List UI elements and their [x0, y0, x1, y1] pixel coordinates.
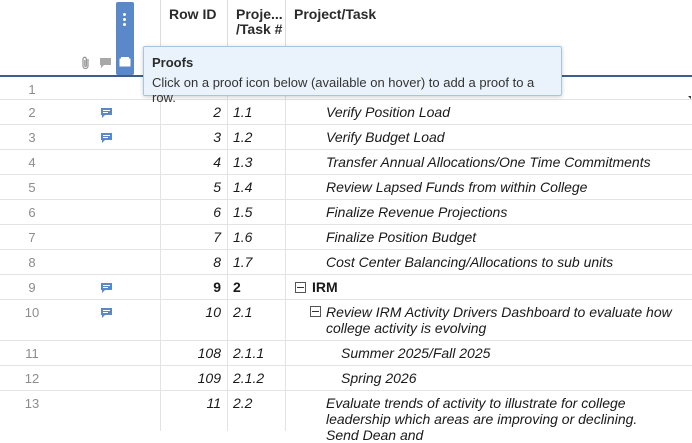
- cell-project-task-number[interactable]: 1.6: [227, 225, 285, 249]
- cell-row-id[interactable]: 108: [160, 341, 227, 365]
- cell-project-task[interactable]: Transfer Annual Allocations/One Time Com…: [285, 150, 692, 174]
- table-row[interactable]: 11 108 2.1.1 Summer 2025/Fall 2025: [0, 341, 692, 366]
- row-number[interactable]: 10: [10, 305, 54, 320]
- cell-row-id[interactable]: 7: [160, 225, 227, 249]
- cell-project-task[interactable]: Evaluate trends of activity to illustrat…: [285, 391, 692, 443]
- row-number[interactable]: 2: [10, 105, 54, 120]
- cell-project-task[interactable]: Verify Budget Load: [285, 125, 692, 149]
- cell-project-task[interactable]: Cost Center Balancing/Allocations to sub…: [285, 250, 692, 274]
- row-number[interactable]: 11: [10, 346, 54, 361]
- table-row[interactable]: 5 5 1.4 Review Lapsed Funds from within …: [0, 175, 692, 200]
- row-number[interactable]: 7: [10, 230, 54, 245]
- table-row[interactable]: 6 6 1.5 Finalize Revenue Projections: [0, 200, 692, 225]
- row-number[interactable]: 9: [10, 280, 54, 295]
- table-row[interactable]: 4 4 1.3 Transfer Annual Allocations/One …: [0, 150, 692, 175]
- row-number[interactable]: 4: [10, 155, 54, 170]
- cell-project-task-number[interactable]: 2.2: [227, 391, 285, 431]
- column-menu-icon[interactable]: [123, 13, 126, 28]
- proof-icon: [119, 57, 131, 67]
- table-row[interactable]: 10 10 2.1 Review IRM Activity Drivers Da…: [0, 300, 692, 341]
- cell-project-task[interactable]: IRM: [285, 275, 692, 299]
- row-number[interactable]: 1: [10, 82, 54, 97]
- comment-icon[interactable]: [100, 107, 113, 119]
- comment-header-icon[interactable]: [99, 56, 112, 72]
- task-text: Verify Budget Load: [326, 129, 445, 145]
- task-text: Cost Center Balancing/Allocations to sub…: [326, 254, 614, 270]
- tooltip-text: Click on a proof icon below (available o…: [152, 75, 535, 105]
- row-number[interactable]: 13: [10, 396, 54, 411]
- row-number[interactable]: 8: [10, 255, 54, 270]
- task-text: Review Lapsed Funds from within College: [326, 179, 588, 195]
- tooltip-title: Proofs: [152, 55, 194, 70]
- cell-project-task-number[interactable]: 1.3: [227, 150, 285, 174]
- task-text: Evaluate trends of activity to illustrat…: [326, 395, 638, 443]
- cell-project-task-number[interactable]: 2.1.1: [227, 341, 285, 365]
- cell-project-task-number[interactable]: 1.4: [227, 175, 285, 199]
- cell-row-id[interactable]: 109: [160, 366, 227, 390]
- cell-row-id[interactable]: 8: [160, 250, 227, 274]
- cell-row-id[interactable]: 11: [160, 391, 227, 431]
- task-text: Finalize Position Budget: [326, 229, 477, 245]
- cell-row-id[interactable]: 5: [160, 175, 227, 199]
- task-text: IRM: [312, 279, 338, 295]
- task-text: Verify Position Load: [326, 104, 450, 120]
- cell-row-id[interactable]: 4: [160, 150, 227, 174]
- task-text: Transfer Annual Allocations/One Time Com…: [326, 154, 651, 170]
- comment-icon[interactable]: [100, 282, 113, 294]
- row-number[interactable]: 12: [10, 371, 54, 386]
- cell-project-task[interactable]: Review Lapsed Funds from within College: [285, 175, 692, 199]
- task-text: Review IRM Activity Drivers Dashboard to…: [326, 304, 672, 336]
- cell-project-task-number[interactable]: 1.2: [227, 125, 285, 149]
- collapse-toggle-icon[interactable]: [295, 281, 306, 293]
- task-text: Finalize Revenue Projections: [326, 204, 508, 220]
- table-row[interactable]: 12 109 2.1.2 Spring 2026: [0, 366, 692, 391]
- proofs-column-header[interactable]: [116, 2, 134, 75]
- cell-row-id[interactable]: 3: [160, 125, 227, 149]
- cell-project-task[interactable]: Review IRM Activity Drivers Dashboard to…: [285, 300, 692, 340]
- row-number[interactable]: 3: [10, 130, 54, 145]
- table-row[interactable]: 7 7 1.6 Finalize Position Budget: [0, 225, 692, 250]
- row-number[interactable]: 5: [10, 180, 54, 195]
- table-row[interactable]: 3 3 1.2 Verify Budget Load: [0, 125, 692, 150]
- cell-project-task-number[interactable]: 1.7: [227, 250, 285, 274]
- collapse-toggle-icon[interactable]: [310, 306, 321, 317]
- cell-project-task[interactable]: Finalize Revenue Projections: [285, 200, 692, 224]
- table-row[interactable]: 13 11 2.2 Evaluate trends of activity to…: [0, 391, 692, 443]
- proofs-tooltip: Proofs Click on a proof icon below (avai…: [143, 46, 562, 105]
- task-text: Summer 2025/Fall 2025: [341, 345, 491, 361]
- cell-row-id[interactable]: 10: [160, 300, 227, 340]
- attachment-icon[interactable]: [80, 56, 92, 73]
- cell-project-task[interactable]: Finalize Position Budget: [285, 225, 692, 249]
- comment-icon[interactable]: [100, 132, 113, 144]
- table-row[interactable]: 9 9 2 IRM: [0, 275, 692, 300]
- cell-project-task[interactable]: Summer 2025/Fall 2025: [285, 341, 692, 365]
- cell-row-id[interactable]: 6: [160, 200, 227, 224]
- cell-project-task[interactable]: Spring 2026: [285, 366, 692, 390]
- task-text: Spring 2026: [341, 370, 417, 386]
- cell-marker: [688, 96, 691, 99]
- cell-project-task-number[interactable]: 2.1: [227, 300, 285, 340]
- cell-row-id[interactable]: 9: [160, 275, 227, 299]
- cell-project-task-number[interactable]: 1.5: [227, 200, 285, 224]
- cell-project-task-number[interactable]: 2.1.2: [227, 366, 285, 390]
- row-number[interactable]: 6: [10, 205, 54, 220]
- comment-icon[interactable]: [100, 307, 113, 319]
- cell-project-task-number[interactable]: 2: [227, 275, 285, 299]
- table-row[interactable]: 8 8 1.7 Cost Center Balancing/Allocation…: [0, 250, 692, 275]
